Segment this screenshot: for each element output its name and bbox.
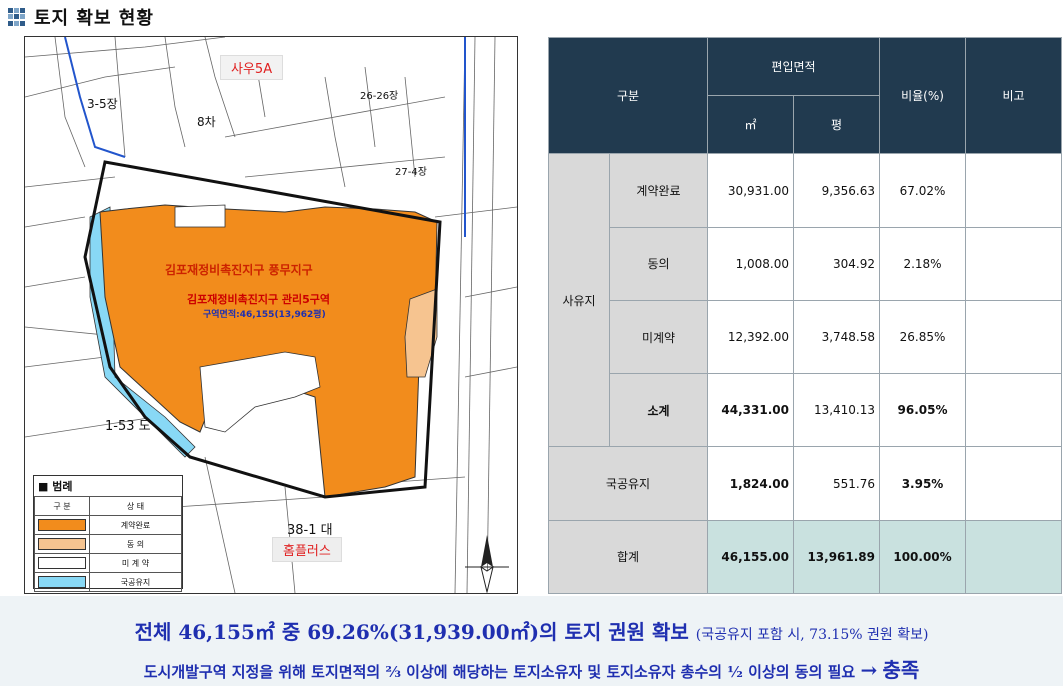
total-note [965, 519, 1063, 595]
total-sqm: 46,155.00 [707, 519, 794, 595]
summary-line-1: 전체 46,155㎡ 중 69.26%(31,939.00㎡)의 토지 권원 확… [0, 616, 1063, 645]
legend-header-category: 구 분 [34, 496, 90, 516]
total-pyeong: 13,961.89 [792, 519, 881, 595]
summary-line-2: 도시개발구역 지정을 위해 토지면적의 ⅔ 이상에 해당하는 토지소유자 및 토… [0, 654, 1063, 683]
uncontracted-area [199, 351, 321, 433]
header-pyeong: 평 [792, 95, 881, 155]
row-pyeong: 304.92 [792, 226, 881, 301]
row-label: 계약완료 [609, 153, 708, 228]
subtotal-pyeong: 13,410.13 [792, 373, 881, 448]
public-land-label: 국공유지 [548, 446, 708, 521]
public-land-ratio: 3.95% [879, 446, 967, 521]
summary-panel: 전체 46,155㎡ 중 69.26%(31,939.00㎡)의 토지 권원 확… [0, 596, 1063, 686]
row-label: 동의 [609, 226, 708, 301]
legend-swatch [34, 553, 90, 573]
legend-swatch [34, 572, 90, 592]
row-ratio: 2.18% [879, 226, 967, 301]
land-status-table-wrap: 구분 편입면적 비율(%) 비고 ㎡ 평 사유지 계약완료 30,931.00 … [548, 36, 1063, 595]
parcel-27-4-label: 27-4장 [395, 167, 427, 178]
parcel-38-1-label: 38-1 대 [287, 523, 333, 538]
map-legend: ■ 범례 구 분 상 태 계약완료 동 의 미 계 약 국공유지 [33, 475, 183, 592]
page-header: 토지 확보 현황 [8, 4, 154, 30]
legend-label: 국공유지 [89, 572, 182, 592]
public-land-pyeong: 551.76 [792, 446, 881, 521]
private-land-label: 사유지 [548, 153, 610, 448]
uncontracted-area-north [174, 204, 226, 228]
parcel-26-26-label: 26-26장 [360, 91, 399, 102]
header-category: 구분 [548, 36, 708, 155]
header-area: 편입면적 [706, 36, 881, 97]
land-status-table: 구분 편입면적 비율(%) 비고 ㎡ 평 사유지 계약완료 30,931.00 … [548, 36, 1063, 595]
legend-swatch [34, 515, 90, 535]
contracted-area [99, 204, 438, 498]
header-ratio: 비율(%) [879, 36, 967, 155]
subtotal-label: 소계 [609, 373, 708, 448]
row-note [965, 299, 1063, 375]
zone-area-label: 구역면적:46,155(13,962평) [203, 310, 326, 320]
header-note: 비고 [965, 36, 1063, 155]
public-land-note [965, 446, 1063, 521]
row-note [965, 153, 1063, 228]
total-label: 합계 [548, 519, 708, 595]
legend-label: 미 계 약 [89, 553, 182, 573]
row-ratio: 67.02% [879, 153, 967, 228]
row-note [965, 226, 1063, 301]
subtotal-note [965, 373, 1063, 448]
page-title: 토지 확보 현황 [34, 8, 154, 29]
parcel-8-label: 8차 [197, 115, 216, 129]
total-ratio: 100.00% [879, 519, 967, 595]
legend-header-status: 상 태 [89, 496, 182, 516]
legend-label: 동 의 [89, 534, 182, 554]
arrow-right-icon: → [860, 658, 878, 682]
row-sqm: 30,931.00 [707, 153, 794, 228]
row-label: 미계약 [609, 299, 708, 375]
zone-upper-label: 김포재정비촉진지구 풍무지구 [165, 263, 313, 277]
cadastral-map: 사우5A 홈플러스 김포재정비촉진지구 풍무지구 김포재정비촉진지구 관리5구역… [24, 36, 518, 594]
summary-note: (국공유지 포함 시, 73.15% 권원 확보) [695, 627, 929, 643]
row-sqm: 12,392.00 [707, 299, 794, 375]
subtotal-ratio: 96.05% [879, 373, 967, 448]
parcel-1-53-label: 1-53 도 [105, 419, 151, 434]
grid-icon [8, 8, 26, 26]
parcel-3-5-label: 3-5장 [87, 97, 118, 111]
legend-label: 계약완료 [89, 515, 182, 535]
legend-swatch [34, 534, 90, 554]
row-pyeong: 9,356.63 [792, 153, 881, 228]
map-label-top: 사우5A [220, 55, 284, 80]
row-pyeong: 3,748.58 [792, 299, 881, 375]
legend-table: 구 분 상 태 계약완료 동 의 미 계 약 국공유지 [34, 496, 182, 592]
zone-main-label: 김포재정비촉진지구 관리5구역 [187, 293, 331, 306]
map-label-bottom: 홈플러스 [272, 537, 342, 562]
header-sqm: ㎡ [707, 95, 794, 155]
row-sqm: 1,008.00 [707, 226, 794, 301]
row-ratio: 26.85% [879, 299, 967, 375]
north-arrow-icon [465, 535, 509, 593]
legend-title: ■ 범례 [38, 480, 73, 493]
requirement-text: 도시개발구역 지정을 위해 토지면적의 ⅔ 이상에 해당하는 토지소유자 및 토… [143, 663, 856, 681]
public-land-sqm: 1,824.00 [707, 446, 794, 521]
summary-main: 전체 46,155㎡ 중 69.26%(31,939.00㎡)의 토지 권원 확… [134, 620, 689, 644]
subtotal-sqm: 44,331.00 [707, 373, 794, 448]
requirement-result: 충족 [882, 658, 920, 682]
